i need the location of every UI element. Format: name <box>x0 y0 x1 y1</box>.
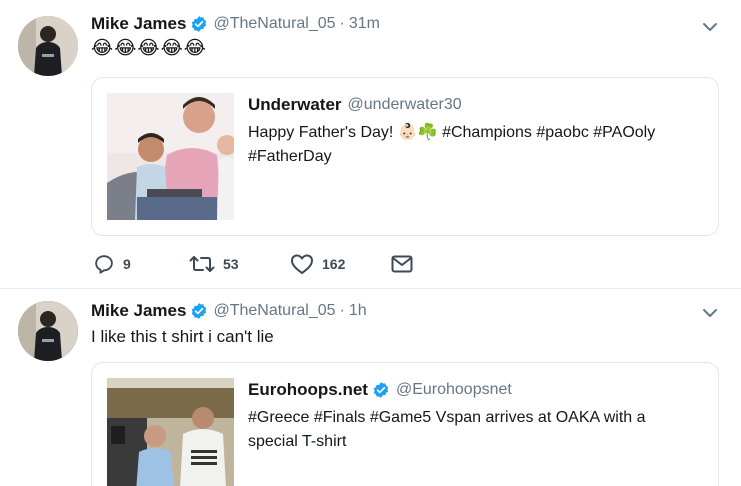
verified-badge-icon <box>190 302 208 320</box>
quoted-tweet-text-line: special T-shirt <box>248 433 347 450</box>
quoted-tweet-header: Eurohoops.net @Eurohoopsnet <box>248 379 698 401</box>
tweet-text: I like this t shirt i can't lie <box>91 327 274 346</box>
tweet-text: 😂😂😂😂😂 <box>91 38 208 59</box>
author-handle[interactable]: @TheNatural_05 <box>213 302 335 320</box>
quoted-tweet-header: Underwater @underwater30 <box>248 94 698 116</box>
separator-dot: · <box>339 302 345 319</box>
tweet[interactable]: Mike James @TheNatural_05 · 31m 😂😂😂😂😂 Un… <box>0 0 741 289</box>
chevron-down-icon[interactable] <box>701 18 719 36</box>
tweet-actions: 9 53 162 <box>93 252 414 276</box>
avatar[interactable] <box>18 301 78 361</box>
author-handle[interactable]: @TheNatural_05 <box>213 15 335 33</box>
quoted-tweet-image[interactable] <box>107 378 234 486</box>
verified-badge-icon <box>190 15 208 33</box>
author-name[interactable]: Mike James <box>91 301 186 321</box>
direct-message-button[interactable] <box>390 253 414 275</box>
reply-count: 9 <box>123 256 131 272</box>
separator-dot: · <box>339 15 345 32</box>
quoted-tweet-text-line: #Greece #Finals #Game5 Vspan arrives at … <box>248 409 646 426</box>
timestamp[interactable]: 1h <box>349 302 367 320</box>
quoted-author-name[interactable]: Underwater <box>248 95 342 115</box>
tweet-header: Mike James @TheNatural_05 · 31m <box>91 13 380 35</box>
quoted-tweet-body: Eurohoops.net @Eurohoopsnet #Greece #Fin… <box>248 379 698 454</box>
timestamp[interactable]: 31m <box>349 15 380 33</box>
like-count: 162 <box>322 256 346 272</box>
like-button[interactable]: 162 <box>290 253 390 275</box>
author-name[interactable]: Mike James <box>91 14 186 34</box>
quoted-author-handle[interactable]: @underwater30 <box>348 96 462 114</box>
quoted-author-name[interactable]: Eurohoops.net <box>248 380 368 400</box>
envelope-icon <box>390 253 414 275</box>
tweet[interactable]: Mike James @TheNatural_05 · 1h I like th… <box>0 289 741 486</box>
heart-icon <box>290 253 314 275</box>
verified-badge-icon <box>372 381 390 399</box>
quoted-tweet[interactable]: Eurohoops.net @Eurohoopsnet #Greece #Fin… <box>91 362 719 486</box>
reply-button[interactable]: 9 <box>93 253 189 275</box>
quoted-tweet-body: Underwater @underwater30 Happy Father's … <box>248 94 698 169</box>
quoted-tweet[interactable]: Underwater @underwater30 Happy Father's … <box>91 77 719 236</box>
quoted-tweet-text-line: #FatherDay <box>248 148 332 165</box>
quoted-author-handle[interactable]: @Eurohoopsnet <box>396 381 512 399</box>
timeline: Mike James @TheNatural_05 · 31m 😂😂😂😂😂 Un… <box>0 0 741 486</box>
tweet-header: Mike James @TheNatural_05 · 1h <box>91 300 367 322</box>
quoted-tweet-text-line: Happy Father's Day! 👶🏻☘️ #Champions #pao… <box>248 124 656 141</box>
quoted-tweet-image[interactable] <box>107 93 234 220</box>
retweet-button[interactable]: 53 <box>189 253 290 275</box>
retweet-count: 53 <box>223 256 239 272</box>
retweet-icon <box>189 253 215 275</box>
quoted-tweet-text: Happy Father's Day! 👶🏻☘️ #Champions #pao… <box>248 121 698 169</box>
reply-icon <box>93 253 115 275</box>
chevron-down-icon[interactable] <box>701 304 719 322</box>
avatar[interactable] <box>18 16 78 76</box>
quoted-tweet-text: #Greece #Finals #Game5 Vspan arrives at … <box>248 406 698 454</box>
